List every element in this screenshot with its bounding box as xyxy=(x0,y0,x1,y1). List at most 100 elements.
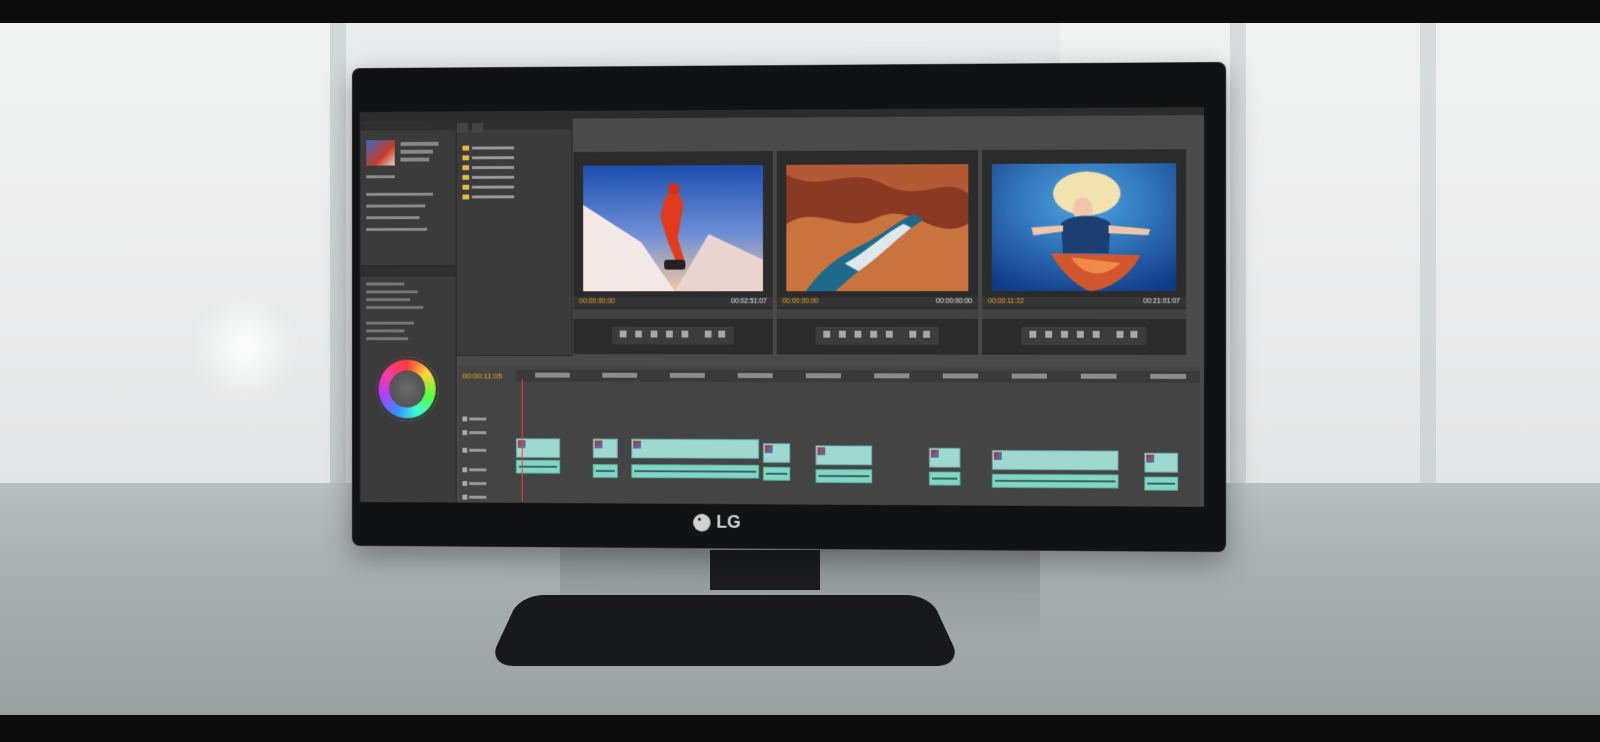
effect-row[interactable] xyxy=(366,290,417,293)
step-back-icon[interactable] xyxy=(823,331,830,338)
viewer-ruler[interactable] xyxy=(777,309,979,319)
video-clip[interactable] xyxy=(763,443,790,463)
window-mullion xyxy=(1420,23,1436,493)
clip-thumbnail xyxy=(817,447,825,455)
brand-logo: LG xyxy=(693,512,740,533)
audio-clip[interactable] xyxy=(816,469,873,483)
effect-row[interactable] xyxy=(366,283,404,286)
project-item[interactable] xyxy=(366,204,425,207)
app-menubar xyxy=(360,107,1204,120)
audio-clip[interactable] xyxy=(763,467,790,481)
monitor-bezel: LG xyxy=(352,502,1226,552)
play-icon[interactable] xyxy=(855,331,862,338)
ruler-label xyxy=(1012,374,1048,379)
step-back-icon[interactable] xyxy=(1029,331,1036,338)
track-label xyxy=(469,482,486,485)
viewer-ruler[interactable] xyxy=(574,309,773,319)
timeline-playhead[interactable] xyxy=(522,379,523,500)
video-clip[interactable] xyxy=(1144,453,1178,473)
video-clip[interactable] xyxy=(631,439,759,459)
video-clip[interactable] xyxy=(593,439,618,459)
video-clip[interactable] xyxy=(992,450,1119,470)
video-frame-canyon[interactable] xyxy=(786,164,968,291)
video-clip[interactable] xyxy=(816,445,873,465)
video-frame-underwater[interactable] xyxy=(992,163,1176,291)
project-panel xyxy=(360,119,457,266)
bin-label xyxy=(472,196,514,199)
track-header-audio[interactable] xyxy=(462,475,512,482)
video-frame-snowboarder[interactable] xyxy=(583,165,763,291)
effect-row[interactable] xyxy=(366,329,404,332)
speaker-icon[interactable] xyxy=(462,495,467,500)
track-header-audio[interactable] xyxy=(462,489,512,496)
forward-icon[interactable] xyxy=(870,331,877,338)
bin-item[interactable] xyxy=(462,149,577,157)
project-item[interactable] xyxy=(366,216,419,219)
monitor-stand-neck xyxy=(710,550,820,590)
video-clip[interactable] xyxy=(929,448,960,468)
speaker-icon[interactable] xyxy=(462,481,467,486)
rewind-icon[interactable] xyxy=(635,331,642,338)
timeline-current-timecode[interactable]: 00:00:11:05 xyxy=(462,372,502,381)
bin-item[interactable] xyxy=(462,178,577,186)
audio-clip[interactable] xyxy=(631,464,759,478)
forward-icon[interactable] xyxy=(666,331,673,338)
effect-row[interactable] xyxy=(366,298,410,301)
speaker-icon[interactable] xyxy=(462,468,467,473)
audio-clip[interactable] xyxy=(992,474,1119,489)
play-icon[interactable] xyxy=(651,331,658,338)
rewind-icon[interactable] xyxy=(1045,331,1052,338)
extract-icon[interactable] xyxy=(923,331,930,338)
timecode-out: 00:21:01:07 xyxy=(1143,297,1180,307)
step-back-icon[interactable] xyxy=(620,331,627,338)
track-label xyxy=(469,449,486,452)
effect-row[interactable] xyxy=(366,337,408,340)
tab-info[interactable] xyxy=(472,123,483,133)
track-header-audio[interactable] xyxy=(462,461,512,468)
lift-icon[interactable] xyxy=(909,331,916,338)
color-wheel-icon[interactable] xyxy=(376,357,439,422)
bin-panel xyxy=(456,119,573,356)
effect-row[interactable] xyxy=(366,322,414,325)
track-label xyxy=(469,496,486,499)
timeline-panel: 00:00:11:05 xyxy=(459,366,1200,507)
audio-clip[interactable] xyxy=(593,464,618,478)
step-forward-icon[interactable] xyxy=(886,331,893,338)
settings-icon[interactable] xyxy=(1130,331,1137,338)
tab-media-browser[interactable] xyxy=(457,123,468,133)
insert-icon[interactable] xyxy=(705,331,712,338)
eye-icon[interactable] xyxy=(462,448,467,453)
clip-info-line xyxy=(400,158,429,162)
project-item[interactable] xyxy=(366,193,433,196)
eye-icon[interactable] xyxy=(462,417,467,422)
export-frame-icon[interactable] xyxy=(1117,331,1124,338)
overwrite-icon[interactable] xyxy=(718,331,725,338)
eye-icon[interactable] xyxy=(462,430,467,435)
track-header-video[interactable] xyxy=(462,411,512,418)
bin-item[interactable] xyxy=(462,169,577,177)
viewer-ruler[interactable] xyxy=(982,309,1186,319)
track-header-video[interactable] xyxy=(462,424,512,431)
letterbox-bottom xyxy=(0,715,1600,742)
timecode-bar: 00:00:00:00 00:02:51:07 xyxy=(574,297,773,307)
step-forward-icon[interactable] xyxy=(1093,331,1100,338)
ruler-label xyxy=(806,373,841,378)
step-forward-icon[interactable] xyxy=(682,331,689,338)
timecode-out: 00:02:51:07 xyxy=(731,297,767,307)
play-icon[interactable] xyxy=(1061,331,1068,338)
effect-row[interactable] xyxy=(366,306,423,309)
bin-item[interactable] xyxy=(462,159,577,167)
audio-clip[interactable] xyxy=(1144,477,1178,491)
rewind-icon[interactable] xyxy=(839,331,846,338)
track-header-video[interactable] xyxy=(462,442,512,449)
track-label xyxy=(469,431,486,434)
forward-icon[interactable] xyxy=(1077,331,1084,338)
reference-monitor: 00:00:11:22 00:21:01:07 xyxy=(982,149,1186,355)
transport-controls xyxy=(1022,327,1147,345)
audio-clip[interactable] xyxy=(929,472,960,486)
timeline-ruler[interactable] xyxy=(516,370,1200,383)
bin-item[interactable] xyxy=(462,188,577,196)
project-item[interactable] xyxy=(366,228,427,231)
bin-item[interactable] xyxy=(462,139,577,147)
clip-preview-thumbnail[interactable] xyxy=(366,140,395,165)
